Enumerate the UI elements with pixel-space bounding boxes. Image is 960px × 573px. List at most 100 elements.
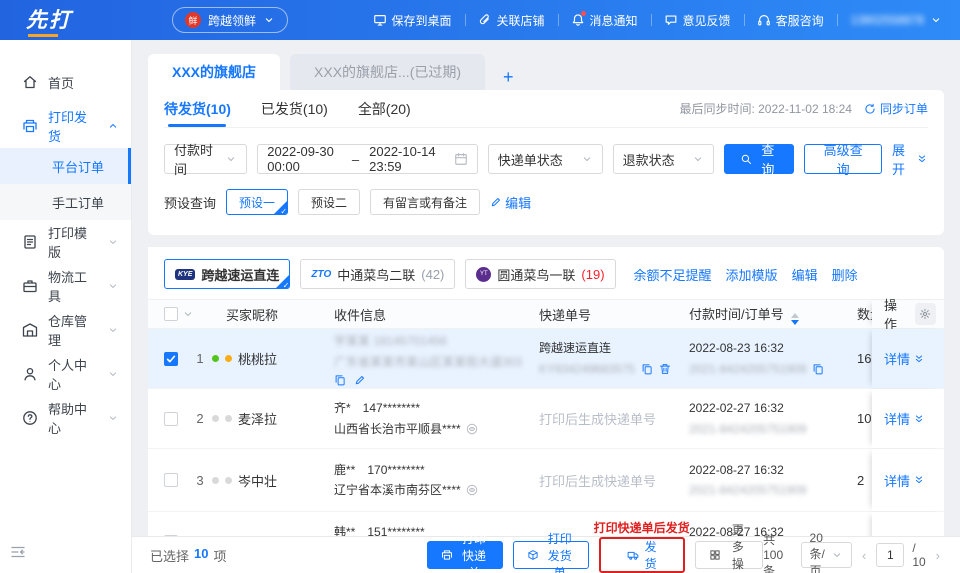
tab-pending-ship[interactable]: 待发货(10) [164, 90, 231, 127]
tab-shipped[interactable]: 已发货(10) [261, 90, 328, 127]
time-field-value: 付款时间 [174, 140, 217, 178]
detail-link[interactable]: 详情 [884, 471, 925, 490]
gear-icon [919, 308, 931, 320]
buyer-nickname: 岑中壮 [238, 471, 277, 490]
preset-3-chip[interactable]: 有留言或有备注 [370, 189, 480, 215]
courier-links: 余额不足提醒 添加模版 编辑 删除 [634, 265, 858, 284]
store-selector[interactable]: 鲜 跨越领鲜 [172, 7, 288, 33]
courier-tab-kye[interactable]: KYE 跨越速运直连 [164, 259, 290, 289]
detail-label: 详情 [884, 471, 910, 490]
row-checkbox[interactable] [164, 473, 178, 487]
express-status-value: 快递单状态 [498, 150, 563, 169]
copy-icon[interactable] [641, 363, 653, 375]
courier-tab-zto[interactable]: ZTO 中通菜鸟二联 (42) [300, 259, 455, 289]
page-size-select[interactable]: 20条/页 [801, 542, 852, 568]
notifications-button[interactable]: 消息通知 [558, 0, 651, 40]
header-paytime-sort[interactable]: 付款时间/订单号 [689, 304, 857, 325]
date-range-picker[interactable]: 2022-09-30 00:00 – 2022-10-14 23:59 [257, 144, 477, 174]
sidebar-item-personal-center[interactable]: 个人中心 [0, 352, 131, 396]
footer-bar: 已选择 10 项 打印快递单 打印发货单 打印快递单后发货 发货 [132, 536, 960, 573]
add-store-tab-button[interactable]: + [495, 64, 522, 90]
copy-icon[interactable] [812, 363, 824, 375]
last-sync-time: 最后同步时间: 2022-11-02 18:24 [679, 100, 852, 117]
annotation-label: 打印快递单后发货 [594, 519, 690, 536]
sidebar-item-print-ship[interactable]: 打印发货 [0, 104, 131, 148]
row-checkbox[interactable] [164, 412, 178, 426]
header-paytime-label: 付款时间/订单号 [689, 307, 784, 322]
row-checkbox[interactable] [164, 352, 178, 366]
sidebar-item-home[interactable]: 首页 [0, 60, 131, 104]
store-tab-expired[interactable]: XXX的旗舰店...(已过期) [290, 54, 485, 90]
advanced-search-button[interactable]: 高级查询 [804, 144, 882, 174]
more-actions-button[interactable]: 更多操作 [695, 541, 763, 569]
preset-2-label: 预设二 [311, 194, 347, 211]
courier-name: 跨越速运直连 [539, 338, 689, 358]
expand-filters-link[interactable]: 展开 [892, 140, 928, 178]
sidebar-collapse-button[interactable] [10, 544, 26, 563]
order-number-blurred: 2021-8424205751909 [689, 480, 857, 500]
edit-template-link[interactable]: 编辑 [792, 265, 818, 284]
account-menu[interactable]: 13802558878 [837, 13, 960, 27]
sidebar-item-label: 首页 [48, 73, 74, 92]
pencil-icon[interactable] [354, 374, 366, 386]
express-status-select[interactable]: 快递单状态 [488, 144, 603, 174]
buyer-nickname: 桃桃拉 [238, 349, 277, 368]
chevron-down-icon[interactable] [182, 308, 194, 320]
sidebar-item-warehouse[interactable]: 仓库管理 [0, 308, 131, 352]
preset-1-chip[interactable]: 预设一 [226, 189, 288, 215]
selected-suffix: 项 [213, 546, 226, 565]
tab-all[interactable]: 全部(20) [358, 90, 411, 127]
copy-icon[interactable] [334, 374, 346, 386]
sidebar-item-label: 仓库管理 [48, 311, 97, 349]
column-settings-button[interactable] [915, 303, 936, 325]
sidebar-subitem-manual-orders[interactable]: 手工订单 [0, 184, 131, 220]
save-to-desktop-button[interactable]: 保存到桌面 [360, 0, 465, 40]
tracking-number-blurred: KY834249683575 [539, 359, 635, 379]
preset-2-chip[interactable]: 预设二 [298, 189, 360, 215]
add-template-link[interactable]: 添加模版 [726, 265, 778, 284]
balance-alert-link[interactable]: 余额不足提醒 [634, 265, 712, 284]
feedback-button[interactable]: 意见反馈 [651, 0, 744, 40]
print-express-button[interactable]: 打印快递单 [427, 541, 503, 569]
ship-button[interactable]: 发货 [605, 541, 679, 569]
double-chevron-down-icon [916, 153, 928, 165]
header-tracking: 快递单号 [539, 305, 689, 324]
calendar-icon [454, 152, 468, 166]
selected-prefix: 已选择 [150, 546, 189, 565]
refund-status-select[interactable]: 退款状态 [613, 144, 714, 174]
trash-icon[interactable] [659, 363, 671, 375]
sidebar-item-print-templates[interactable]: 打印模版 [0, 220, 131, 264]
eye-icon[interactable] [466, 484, 478, 496]
customer-service-button[interactable]: 客服咨询 [744, 0, 837, 40]
courier-tab-yto[interactable]: YT 圆通菜鸟一联 (19) [465, 259, 615, 289]
sidebar-item-logistics-tools[interactable]: 物流工具 [0, 264, 131, 308]
filter-card: 待发货(10) 已发货(10) 全部(20) 最后同步时间: 2022-11-0… [148, 90, 944, 235]
print-invoice-button[interactable]: 打印发货单 [513, 541, 589, 569]
search-button[interactable]: 查询 [724, 144, 795, 174]
preset-label: 预设查询 [164, 193, 216, 212]
main-content: XXX的旗舰店 XXX的旗舰店...(已过期) + 待发货(10) 已发货(10… [132, 40, 960, 536]
header-op: 操作 [872, 300, 944, 328]
eye-icon[interactable] [466, 423, 478, 435]
time-field-select[interactable]: 付款时间 [164, 144, 247, 174]
detail-link[interactable]: 详情 [884, 409, 925, 428]
edit-presets-link[interactable]: 编辑 [490, 193, 531, 212]
detail-link[interactable]: 详情 [884, 349, 925, 368]
delete-template-link[interactable]: 删除 [832, 265, 858, 284]
detail-link[interactable]: 详情 [884, 533, 925, 537]
linked-shops-button[interactable]: 关联店铺 [465, 0, 558, 40]
status-dot-gray [225, 415, 232, 422]
printer-icon [441, 549, 453, 561]
page-total: / 10 [912, 541, 925, 569]
next-page-button[interactable]: › [934, 548, 942, 563]
sidebar-subitem-platform-orders[interactable]: 平台订单 [0, 148, 131, 184]
prev-page-button[interactable]: ‹ [860, 548, 868, 563]
store-tab-active[interactable]: XXX的旗舰店 [148, 54, 280, 90]
ship-label: 发货 [645, 538, 657, 572]
sidebar-item-help-center[interactable]: 帮助中心 [0, 396, 131, 440]
sync-orders-button[interactable]: 同步订单 [864, 100, 928, 117]
select-all-checkbox[interactable] [164, 307, 178, 321]
page-input[interactable] [876, 543, 904, 567]
check-icon [165, 353, 177, 365]
edit-presets-label: 编辑 [505, 193, 531, 212]
